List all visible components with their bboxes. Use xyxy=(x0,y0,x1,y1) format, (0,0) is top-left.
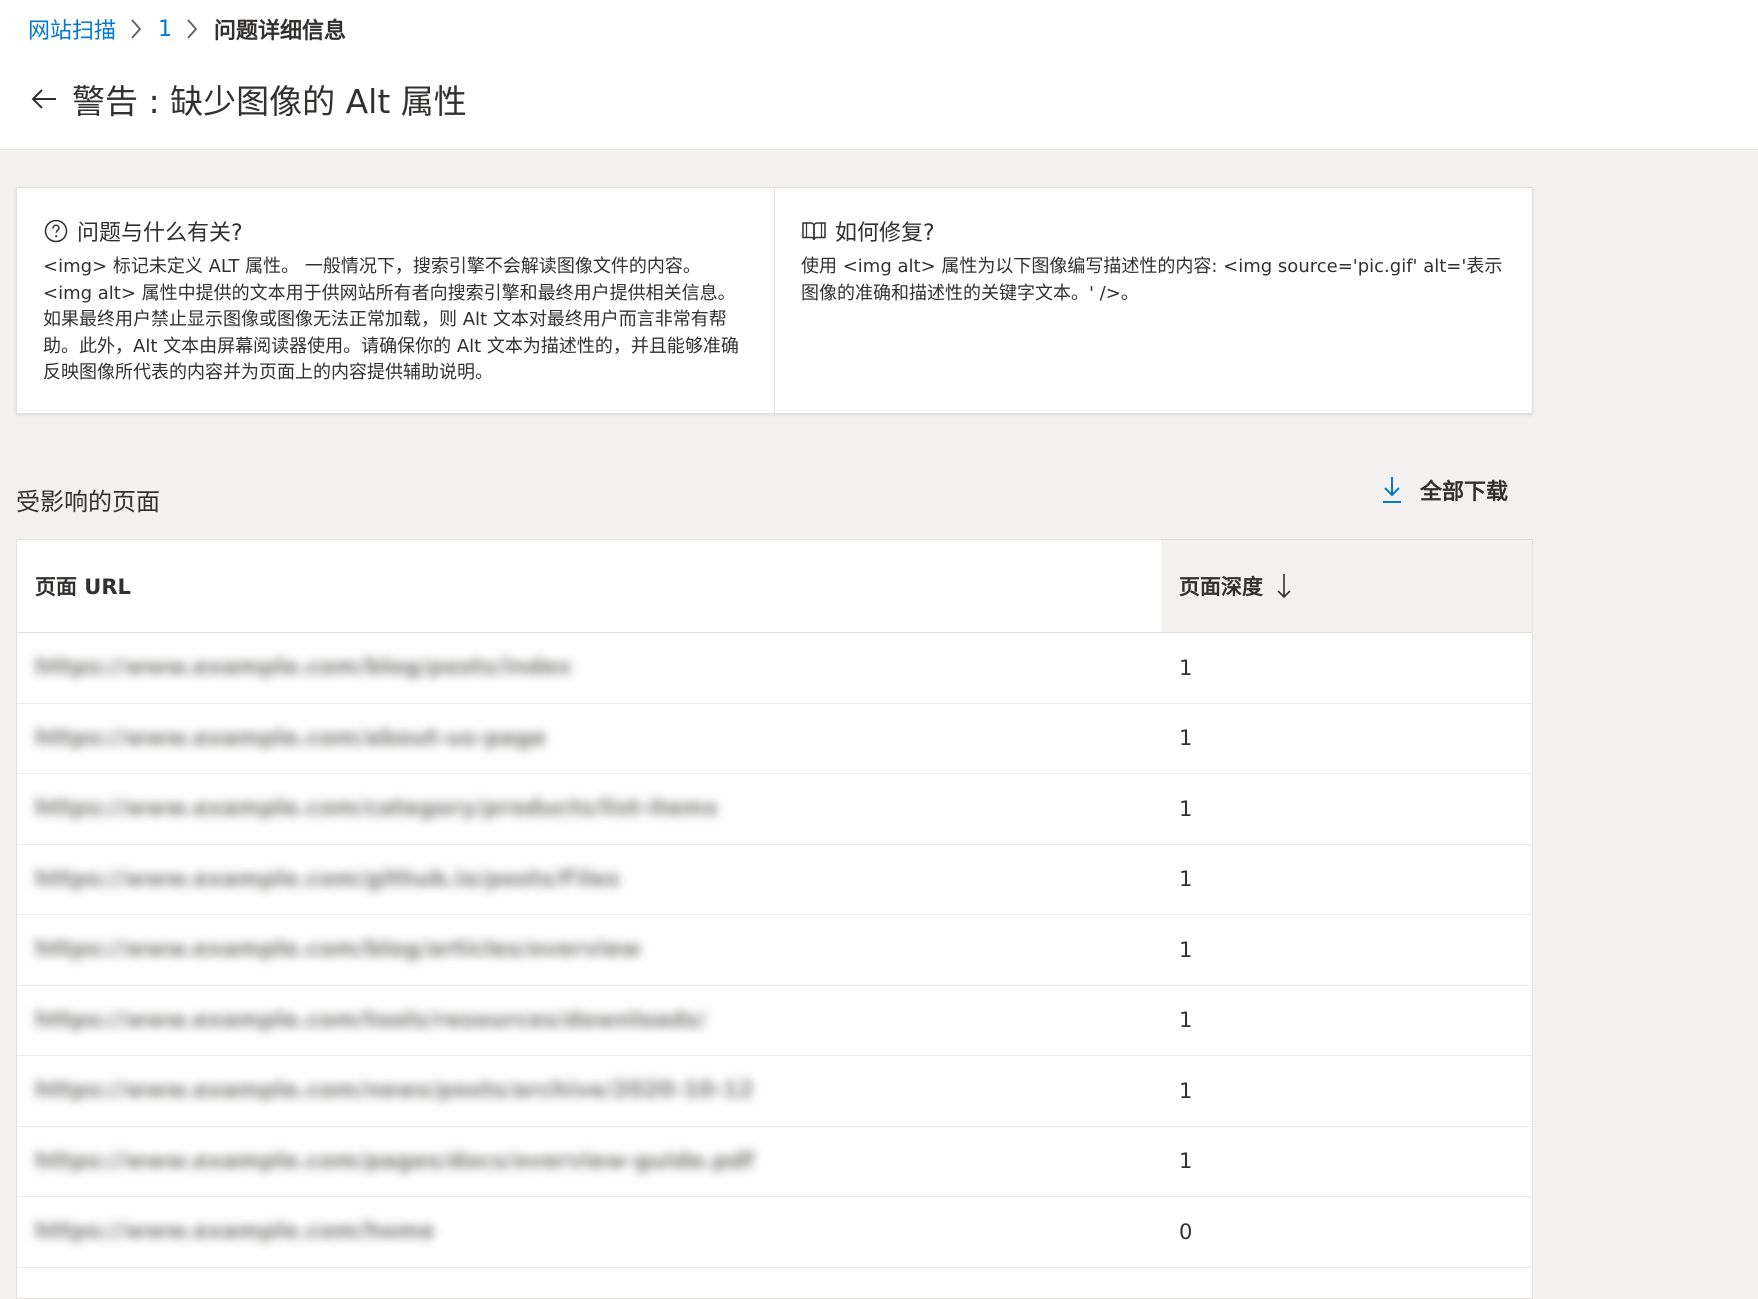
title-row: 警告 : 缺少图像的 Alt 属性 xyxy=(26,76,467,122)
issue-what-title: 问题与什么有关? xyxy=(77,221,243,246)
page-depth-cell: 1 xyxy=(1179,655,1193,680)
table-row[interactable]: https://www.example.com/pages/docs/overv… xyxy=(17,1127,1532,1197)
breadcrumb-current: 问题详细信息 xyxy=(214,19,347,44)
page-title: 警告 : 缺少图像的 Alt 属性 xyxy=(72,82,467,121)
page-url-cell[interactable]: https://www.example.com/blog/articles/ov… xyxy=(17,915,1161,985)
page-url-link[interactable]: https://www.example.com/pages/docs/overv… xyxy=(35,1149,754,1174)
page-url-cell[interactable]: https://www.example.com/tools/resources/… xyxy=(17,986,1161,1056)
page-url-link[interactable]: https://www.example.com/tools/resources/… xyxy=(35,1008,706,1033)
back-arrow-icon[interactable] xyxy=(26,81,62,117)
page-url-link[interactable]: https://www.example.com/blog/articles/ov… xyxy=(35,937,641,962)
table-row[interactable]: https://www.example.com/home 0 xyxy=(17,1197,1532,1268)
table-row[interactable]: https://www.example.com/github.io/posts/… xyxy=(17,845,1532,915)
download-all-label: 全部下载 xyxy=(1420,480,1509,505)
page-depth-cell: 1 xyxy=(1179,796,1193,821)
table-row[interactable]: https://www.example.com/blog/articles/ov… xyxy=(17,915,1532,986)
issue-what-heading: 问题与什么有关? xyxy=(43,214,748,248)
table-row[interactable]: https://www.example.com/tools/resources/… xyxy=(17,986,1532,1056)
question-circle-icon xyxy=(43,218,69,244)
table-body: https://www.example.com/blog/posts/index… xyxy=(17,633,1532,1268)
page-depth-cell: 1 xyxy=(1179,1149,1193,1174)
page-header: 网站扫描 1 问题详细信息 警告 : 缺少图像的 Alt 属性 xyxy=(0,0,1758,150)
issue-fix-title: 如何修复? xyxy=(835,221,935,246)
page-url-cell[interactable]: https://www.example.com/about-us-page xyxy=(17,704,1161,774)
page-url-link[interactable]: https://www.example.com/category/product… xyxy=(35,796,718,821)
table-header: 页面 URL 页面深度 xyxy=(17,540,1532,633)
table-row[interactable]: https://www.example.com/blog/posts/index… xyxy=(17,633,1532,704)
sort-down-arrow-icon xyxy=(1275,572,1293,600)
page-depth-cell: 1 xyxy=(1179,1008,1193,1033)
affected-pages-table: 页面 URL 页面深度 https://www.example.com/blog… xyxy=(16,539,1533,1299)
page-url-cell[interactable]: https://www.example.com/home xyxy=(17,1197,1161,1267)
issue-info-card: 问题与什么有关? <img> 标记未定义 ALT 属性。 一般情况下，搜索引擎不… xyxy=(16,187,1533,414)
table-row[interactable]: https://www.example.com/category/product… xyxy=(17,774,1532,845)
page-url-cell[interactable]: https://www.example.com/news/posts/archi… xyxy=(17,1056,1161,1126)
page-url-link[interactable]: https://www.example.com/blog/posts/index xyxy=(35,655,572,680)
page-depth-cell: 0 xyxy=(1179,1219,1193,1244)
column-header-url[interactable]: 页面 URL xyxy=(17,540,1161,632)
breadcrumb: 网站扫描 1 问题详细信息 xyxy=(28,13,347,45)
page-url-link[interactable]: https://www.example.com/news/posts/archi… xyxy=(35,1078,754,1103)
affected-pages-title: 受影响的页面 xyxy=(16,488,160,516)
page-depth-cell: 1 xyxy=(1179,937,1193,962)
chevron-right-icon xyxy=(172,14,214,44)
breadcrumb-item-scan-1[interactable]: 1 xyxy=(158,17,172,42)
page-depth-cell: 1 xyxy=(1179,1078,1193,1103)
page-url-cell[interactable]: https://www.example.com/pages/docs/overv… xyxy=(17,1127,1161,1197)
page-url-cell[interactable]: https://www.example.com/blog/posts/index xyxy=(17,633,1161,703)
column-header-depth[interactable]: 页面深度 xyxy=(1161,540,1532,632)
page-depth-cell: 1 xyxy=(1179,867,1193,892)
download-all-button[interactable]: 全部下载 xyxy=(1380,472,1508,508)
page-url-cell[interactable]: https://www.example.com/github.io/posts/… xyxy=(17,845,1161,915)
page-depth-cell: 1 xyxy=(1179,726,1193,751)
issue-what-body: <img> 标记未定义 ALT 属性。 一般情况下，搜索引擎不会解读图像文件的内… xyxy=(43,256,739,383)
issue-fix-heading: 如何修复? xyxy=(801,214,1506,248)
page-url-link[interactable]: https://www.example.com/github.io/posts/… xyxy=(35,867,620,892)
column-header-url-label: 页面 URL xyxy=(35,575,131,599)
table-row[interactable]: https://www.example.com/news/posts/archi… xyxy=(17,1056,1532,1127)
page-url-link[interactable]: https://www.example.com/home xyxy=(35,1219,435,1244)
book-icon xyxy=(801,218,827,244)
download-icon xyxy=(1380,475,1404,505)
table-row[interactable]: https://www.example.com/about-us-page 1 xyxy=(17,704,1532,774)
breadcrumb-item-site-scan[interactable]: 网站扫描 xyxy=(28,13,116,45)
issue-fix-section: 如何修复? 使用 <img alt> 属性为以下图像编写描述性的内容: <img… xyxy=(775,188,1532,413)
page-url-link[interactable]: https://www.example.com/about-us-page xyxy=(35,726,546,751)
column-header-depth-label: 页面深度 xyxy=(1179,575,1263,599)
chevron-right-icon xyxy=(116,14,158,44)
page-url-cell[interactable]: https://www.example.com/category/product… xyxy=(17,774,1161,844)
issue-fix-body: 使用 <img alt> 属性为以下图像编写描述性的内容: <img sourc… xyxy=(801,256,1503,304)
issue-what-section: 问题与什么有关? <img> 标记未定义 ALT 属性。 一般情况下，搜索引擎不… xyxy=(17,188,775,413)
